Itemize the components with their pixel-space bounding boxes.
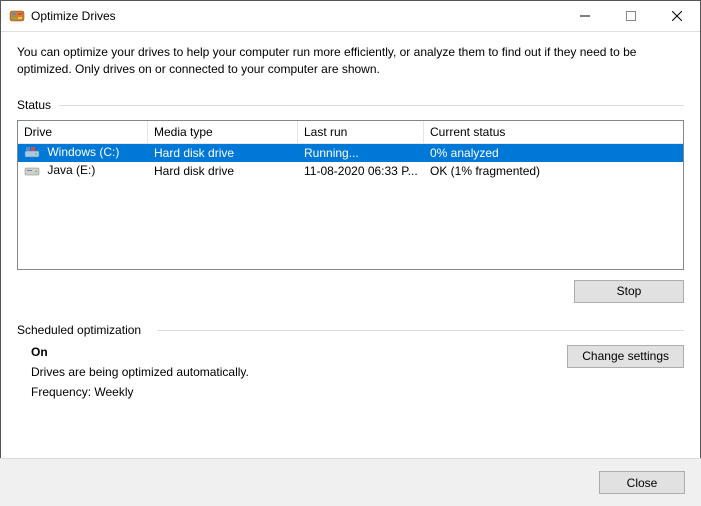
drive-name: Windows (C:) <box>47 145 119 159</box>
table-row[interactable]: Java (E:) Hard disk drive 11-08-2020 06:… <box>18 162 683 180</box>
drive-last: 11-08-2020 06:33 P... <box>298 164 424 178</box>
drives-list[interactable]: Drive Media type Last run Current status… <box>17 120 684 270</box>
description-text: You can optimize your drives to help you… <box>17 44 684 78</box>
titlebar: Optimize Drives <box>1 1 700 32</box>
stop-button[interactable]: Stop <box>574 280 684 303</box>
app-icon <box>9 8 25 24</box>
close-button[interactable] <box>654 1 700 31</box>
schedule-state: On <box>31 345 559 359</box>
table-row[interactable]: Windows (C:) Hard disk drive Running... … <box>18 144 683 162</box>
window-controls <box>562 1 700 31</box>
drive-last: Running... <box>298 146 424 160</box>
schedule-auto-text: Drives are being optimized automatically… <box>31 365 559 379</box>
scheduled-section-header: Scheduled optimization <box>17 323 684 337</box>
col-media[interactable]: Media type <box>148 121 298 143</box>
footer: Close <box>0 458 701 506</box>
os-drive-icon <box>24 146 40 160</box>
drive-name: Java (E:) <box>47 163 95 177</box>
status-section-header: Status <box>17 98 684 112</box>
status-label: Status <box>17 98 59 112</box>
window-title: Optimize Drives <box>31 9 562 23</box>
action-buttons-row: Stop <box>17 280 684 303</box>
drive-media: Hard disk drive <box>148 164 298 178</box>
schedule-frequency: Frequency: Weekly <box>31 385 559 399</box>
col-last[interactable]: Last run <box>298 121 424 143</box>
drive-status: 0% analyzed <box>424 146 683 160</box>
col-status[interactable]: Current status <box>424 121 683 143</box>
minimize-button[interactable] <box>562 1 608 31</box>
scheduled-label: Scheduled optimization <box>17 323 149 337</box>
maximize-button[interactable] <box>608 1 654 31</box>
drive-icon <box>24 164 40 178</box>
close-button-footer[interactable]: Close <box>599 471 685 494</box>
drive-status: OK (1% fragmented) <box>424 164 683 178</box>
col-drive[interactable]: Drive <box>18 121 148 143</box>
schedule-info: On Drives are being optimized automatica… <box>17 345 559 405</box>
change-settings-button[interactable]: Change settings <box>567 345 684 368</box>
drive-media: Hard disk drive <box>148 146 298 160</box>
drives-header-row: Drive Media type Last run Current status <box>18 121 683 144</box>
